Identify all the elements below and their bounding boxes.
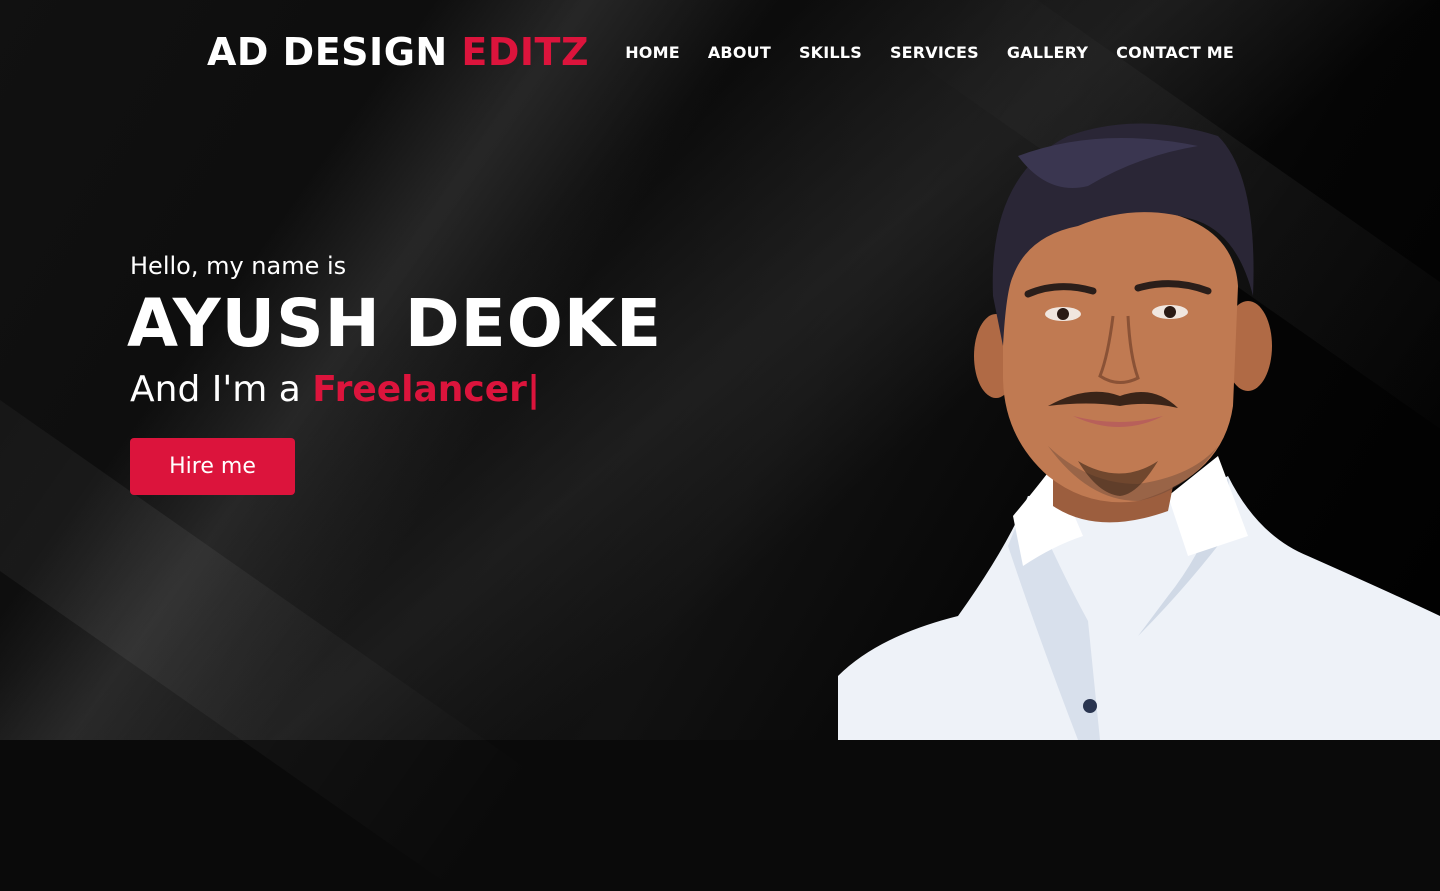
typing-cursor: |: [526, 369, 541, 410]
role-prefix: And I'm a: [130, 369, 301, 410]
nav-skills[interactable]: SKILLS: [799, 43, 862, 62]
site-header: AD DESIGN EDITZ HOME ABOUT SKILLS SERVIC…: [0, 0, 1440, 106]
nav-contact-me[interactable]: CONTACT ME: [1116, 43, 1234, 62]
hero-role: And I'm a Freelancer|: [130, 364, 830, 416]
hire-me-button[interactable]: Hire me: [130, 438, 295, 495]
profile-portrait-image: [838, 123, 1440, 740]
hero-section: Hello, my name is AYUSH DEOKE And I'm a …: [127, 248, 830, 495]
logo-accent-text: EDITZ: [461, 30, 590, 74]
role-typed-text: Freelancer: [312, 369, 527, 410]
hero-greeting: Hello, my name is: [130, 252, 347, 280]
nav-gallery[interactable]: GALLERY: [1007, 43, 1088, 62]
logo-text: AD DESIGN: [207, 30, 448, 74]
nav-about[interactable]: ABOUT: [708, 43, 771, 62]
hero-name: AYUSH DEOKE: [127, 285, 663, 362]
nav-services[interactable]: SERVICES: [890, 43, 979, 62]
main-nav: HOME ABOUT SKILLS SERVICES GALLERY CONTA…: [625, 43, 1234, 62]
nav-home[interactable]: HOME: [625, 43, 680, 62]
site-logo[interactable]: AD DESIGN EDITZ: [207, 30, 589, 74]
